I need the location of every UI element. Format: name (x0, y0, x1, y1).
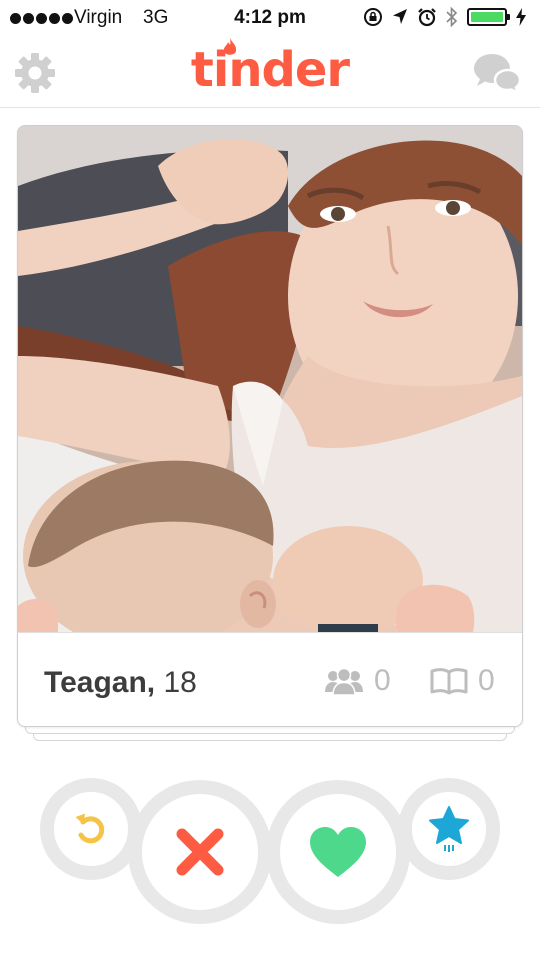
status-icons (363, 6, 526, 28)
x-icon (176, 828, 224, 876)
profile-photo[interactable] (18, 126, 522, 632)
profile-card[interactable]: Teagan, 18 0 0 (17, 125, 523, 727)
logo-text: tinder (190, 42, 350, 98)
undo-icon (75, 813, 105, 844)
card-info-bar: Teagan, 18 0 0 (18, 632, 522, 726)
friends-icon (325, 667, 363, 695)
shared-friends-count: 0 (374, 664, 391, 697)
alarm-icon (418, 8, 436, 27)
bluetooth-icon (446, 6, 458, 28)
super-like-button[interactable] (398, 778, 500, 880)
profile-age: 18 (163, 666, 197, 699)
like-button[interactable] (266, 780, 410, 924)
heart-icon (310, 827, 366, 877)
profile-name: Teagan, (44, 666, 156, 699)
battery-icon (467, 8, 510, 26)
chat-bubbles-icon (474, 54, 522, 96)
shared-interests-count: 0 (478, 664, 495, 697)
profile-photo-image (18, 126, 522, 632)
tinder-logo: tinder (0, 42, 540, 98)
book-icon (430, 668, 468, 695)
profile-name-age: Teagan, 18 (44, 666, 197, 700)
status-bar: Virgin 3G 4:12 pm (0, 0, 540, 36)
nope-button[interactable] (128, 780, 272, 924)
undo-button[interactable] (40, 778, 142, 880)
battery-fill (471, 12, 503, 22)
app-header: tinder (0, 36, 540, 108)
flame-icon (223, 38, 237, 55)
shared-interests: 0 (430, 664, 495, 698)
shared-friends: 0 (324, 664, 391, 698)
charging-bolt-icon (516, 8, 526, 26)
messages-button[interactable] (472, 50, 522, 96)
star-icon (429, 806, 469, 852)
location-arrow-icon (393, 9, 407, 24)
rotation-lock-icon (364, 8, 382, 26)
